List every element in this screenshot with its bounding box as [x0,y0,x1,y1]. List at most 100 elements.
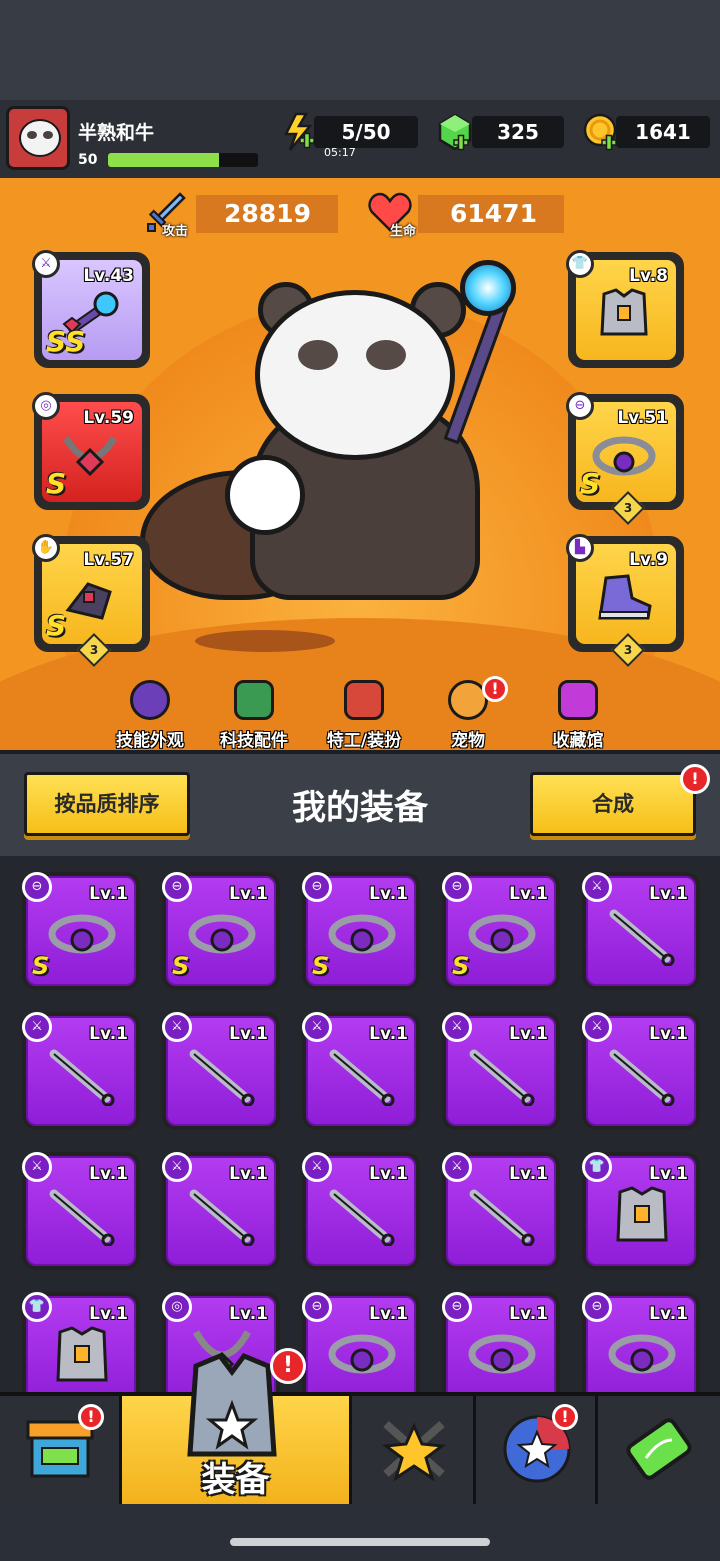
weapon-item-icon [329,1189,395,1246]
attack-label: 攻击 [162,224,189,239]
player-avatar[interactable] [6,106,70,170]
inventory-item[interactable]: ⚔ Lv.1 [302,1012,420,1130]
grade-badge: S [46,467,67,500]
slot-gloves[interactable]: ✋ Lv.57 S 3 [32,534,150,667]
status-area [0,0,720,100]
slot-weapon[interactable]: ⚔ Lv.43 SS [32,250,150,368]
weapon-type-icon: ⚔ [442,1152,472,1182]
inventory-item[interactable]: ⊖ Lv.1 S [442,872,560,990]
armor-type-icon: 👕 [582,1152,612,1182]
belt-type-icon: ⊖ [442,872,472,902]
weapon-item-icon [609,909,675,966]
sort-by-quality-button[interactable]: 按品质排序 [24,772,190,836]
coin-icon [583,113,617,151]
level-label: Lv.1 [649,884,688,904]
slot-belt[interactable]: ⊖ Lv.51 S 3 [566,392,684,525]
weapon-item-icon [49,1189,115,1246]
menu-skill-skins[interactable]: 技能外观 [100,670,200,751]
level-label: Lv.1 [369,1304,408,1324]
hero-shadow [195,630,335,652]
slot-boots[interactable]: ▙ Lv.9 3 [566,534,684,667]
belt-item-icon [608,1334,676,1374]
grade-badge: SS [46,325,86,358]
staff-orb-icon [460,260,516,316]
inventory-item[interactable]: ⊖ Lv.1 [442,1292,560,1392]
slot-armor[interactable]: 👕 Lv.8 [566,250,684,368]
weapon-type-icon: ⚔ [582,872,612,902]
level-label: Lv.1 [509,1024,548,1044]
level-label: Lv.43 [83,266,134,286]
level-label: Lv.1 [89,1304,128,1324]
alert-badge: ! [270,1348,306,1384]
belt-type-icon: ⊖ [22,872,52,902]
dna-battery-icon [626,1418,692,1480]
coin-counter[interactable]: 1641 [616,116,710,148]
alert-badge: ! [552,1404,578,1430]
inventory-item[interactable]: ⚔ Lv.1 [442,1152,560,1270]
eagle-head [225,455,305,535]
belt-type-icon: ⊖ [302,1292,332,1322]
weapon-item-icon [609,1049,675,1106]
level-label: Lv.1 [89,1024,128,1044]
slot-necklace[interactable]: ◎ Lv.59 S [32,392,150,510]
grade-badge: S [46,609,67,642]
tab-events[interactable]: ! [476,1396,598,1504]
menu-pets[interactable]: 宠物 ! [418,670,518,751]
hp-value: 61471 [418,195,564,233]
tab-equipment[interactable]: 装备 ! [122,1348,352,1504]
inventory-item[interactable]: 👕 Lv.1 [22,1292,140,1392]
weapon-type-icon: ⚔ [162,1152,192,1182]
inventory-item[interactable]: ⚔ Lv.1 [162,1152,280,1270]
player-name: 半熟和牛 [78,122,155,144]
sneaker-item-icon [598,574,652,620]
inventory-item[interactable]: ⊖ Lv.1 [582,1292,700,1392]
inventory-item[interactable]: ⚔ Lv.1 [22,1012,140,1130]
inventory-item[interactable]: ⚔ Lv.1 [582,872,700,990]
inventory-item[interactable]: 👕 Lv.1 [582,1152,700,1270]
belt-type-icon: ⊖ [566,392,594,420]
tab-shop[interactable]: ! [0,1396,122,1504]
hero-character[interactable] [255,290,455,460]
level-label: Lv.57 [83,550,134,570]
inventory-item[interactable]: ⊖ Lv.1 S [162,872,280,990]
inventory-grid: ⊖ Lv.1 S ⊖ Lv.1 S ⊖ Lv.1 S ⊖ Lv.1 S ⚔ Lv.1 ⚔ Lv.1 ⚔ Lv.1 ⚔… [0,856,720,1392]
hex-chip-icon [234,680,274,720]
merge-button[interactable]: 合成 [530,772,696,836]
inventory-item[interactable]: ⚔ Lv.1 [302,1152,420,1270]
inventory-item[interactable]: ⚔ Lv.1 [22,1152,140,1270]
menu-agents[interactable]: 特工/装扮 [314,670,414,751]
inventory-item[interactable]: ⊖ Lv.1 S [302,872,420,990]
weapon-item-icon [469,1049,535,1106]
hat-ball-icon [130,680,170,720]
grade-badge: S [580,467,601,500]
level-label: Lv.1 [509,1164,548,1184]
weapon-type-icon: ⚔ [22,1012,52,1042]
weapon-item-icon [189,1189,255,1246]
energy-timer: 05:17 [324,146,356,159]
gem-counter[interactable]: 325 [472,116,564,148]
weapon-type-icon: ⚔ [22,1152,52,1182]
inventory-item[interactable]: ⚔ Lv.1 [162,1012,280,1130]
alert-badge: ! [482,676,508,702]
menu-collection[interactable]: 收藏馆 [528,670,628,751]
weapon-type-icon: ⚔ [32,250,60,278]
inventory-item[interactable]: ⊖ Lv.1 S [22,872,140,990]
home-indicator[interactable] [230,1538,490,1546]
belt-type-icon: ⊖ [442,1292,472,1322]
weapon-type-icon: ⚔ [302,1012,332,1042]
level-label: Lv.1 [649,1164,688,1184]
inventory-item[interactable]: ⚔ Lv.1 [442,1012,560,1130]
tab-lab[interactable] [598,1396,720,1504]
inventory-item[interactable]: ⚔ Lv.1 [582,1012,700,1130]
inventory-item[interactable]: ⊖ Lv.1 [302,1292,420,1392]
grade-badge: S [312,952,330,980]
level-label: Lv.1 [89,1164,128,1184]
menu-tech-parts[interactable]: 科技配件 [204,670,304,751]
energy-counter[interactable]: 5/50 [314,116,418,148]
level-label: Lv.1 [649,1304,688,1324]
armor-item-icon [56,1326,108,1382]
level-label: Lv.1 [229,1304,268,1324]
level-label: Lv.1 [509,884,548,904]
tab-heroes[interactable] [352,1396,476,1504]
weapon-item-icon [469,1189,535,1246]
